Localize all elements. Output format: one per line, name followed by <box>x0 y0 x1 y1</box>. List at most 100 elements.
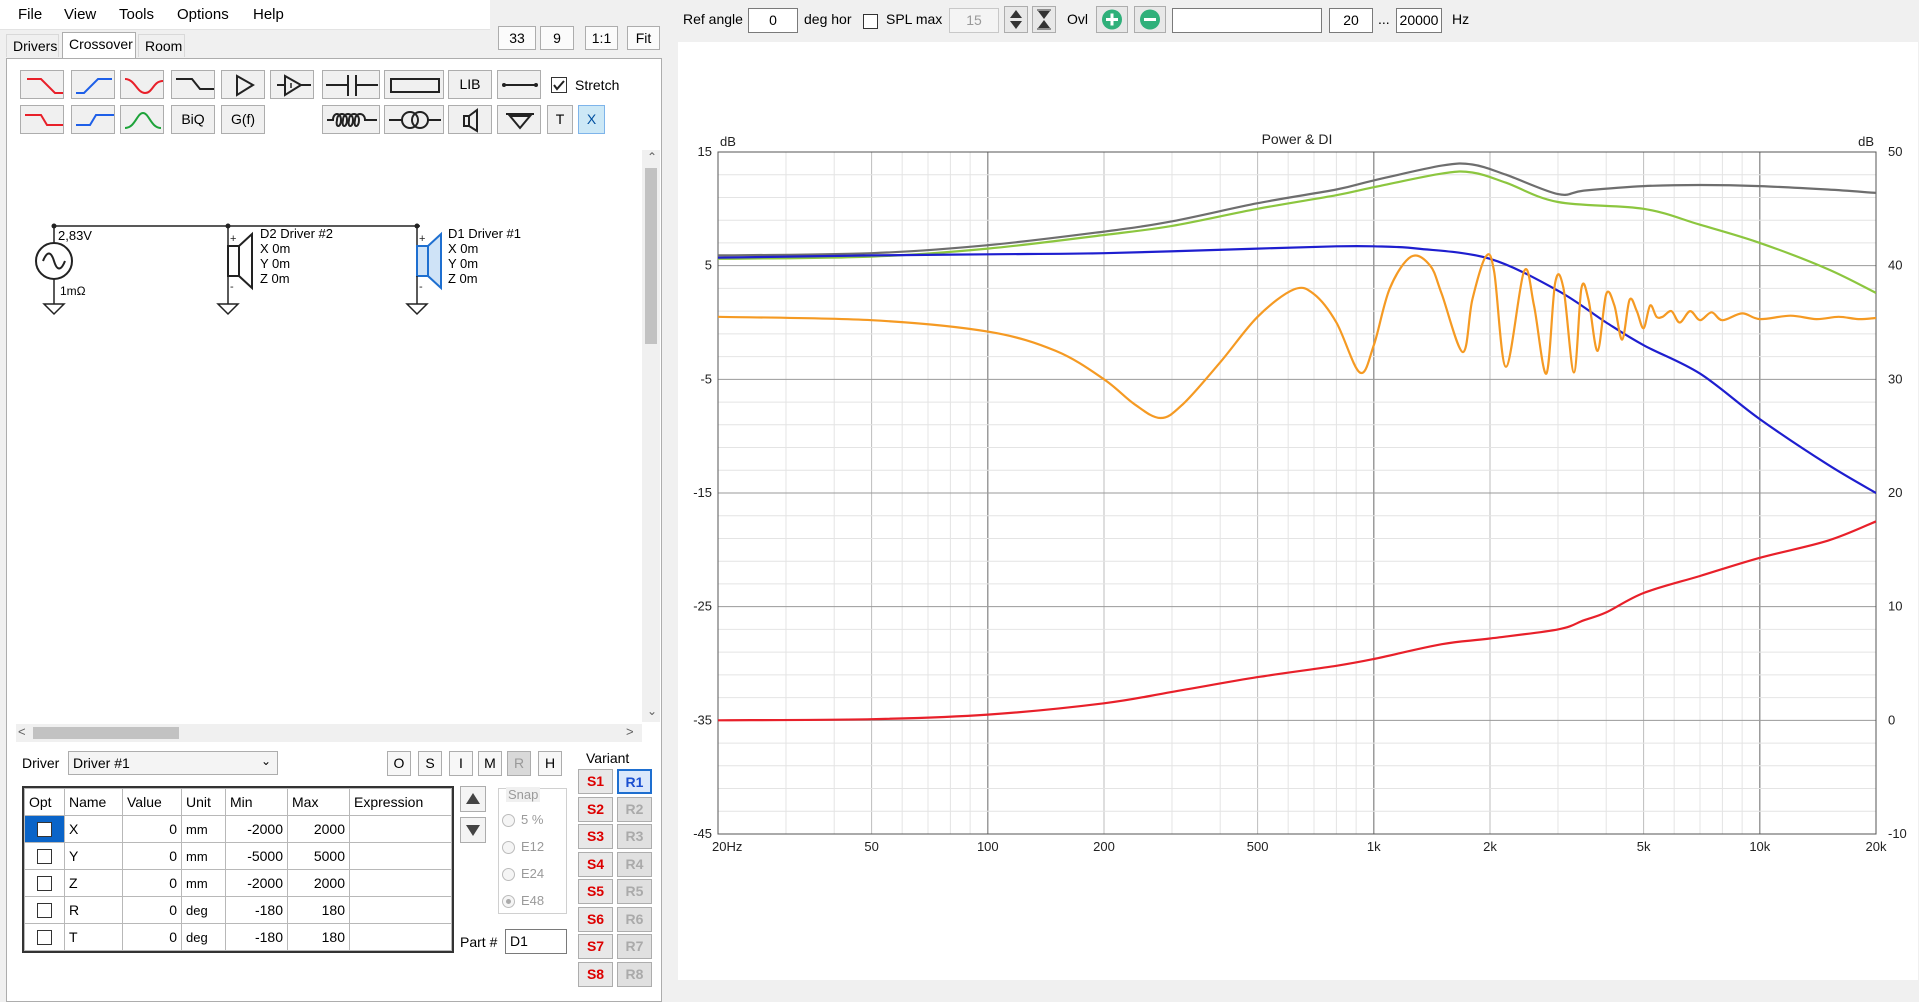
cell-name[interactable]: Y <box>64 842 123 870</box>
driver1-speaker-icon[interactable] <box>416 245 429 277</box>
text-tool-button[interactable]: T <box>547 105 573 134</box>
horizontal-scroll-thumb[interactable] <box>33 727 179 739</box>
i-button[interactable]: I <box>449 751 473 776</box>
scroll-right-icon[interactable]: > <box>626 724 634 739</box>
menu-tools[interactable]: Tools <box>119 6 154 23</box>
cell-max[interactable]: 2000 <box>287 869 350 897</box>
cell-name[interactable]: R <box>64 896 123 924</box>
variant-s2-button[interactable]: S2 <box>578 796 613 822</box>
table-row[interactable]: T 0 deg -180 180 <box>24 923 452 951</box>
plot-panel[interactable]: 20Hz 50 100 200 500 1k 2k 5k 10k 20k 15 5 -5 -15 -25 -3… <box>678 42 1918 980</box>
biquad-button[interactable]: BiQ <box>171 105 215 134</box>
menu-help[interactable]: Help <box>253 6 284 23</box>
cell-min[interactable]: -2000 <box>225 815 288 843</box>
schematic-canvas[interactable]: + - + - 2,83V 1mΩ D2 Driver #2 X 0m Y 0m… <box>16 150 642 722</box>
cell-opt[interactable] <box>24 869 65 897</box>
opt-checkbox[interactable] <box>37 849 52 865</box>
inductor-button[interactable] <box>322 105 380 134</box>
schematic-horizontal-scrollbar[interactable]: < > <box>16 724 642 742</box>
snap-e24[interactable]: E24 <box>502 866 544 882</box>
overlay-name-input[interactable] <box>1172 8 1322 33</box>
schematic-vertical-scrollbar[interactable]: ⌃ ⌄ <box>642 150 660 722</box>
variant-s5-button[interactable]: S5 <box>578 879 613 904</box>
cell-max[interactable]: 2000 <box>287 815 350 843</box>
variant-r8-button[interactable]: R8 <box>617 961 652 987</box>
fit-range-button[interactable] <box>1032 6 1056 33</box>
menu-view[interactable]: View <box>64 6 96 23</box>
bandpass-button[interactable] <box>120 105 164 134</box>
variant-r7-button[interactable]: R7 <box>617 934 652 959</box>
snap-e12[interactable]: E12 <box>502 839 544 855</box>
freq-from-input[interactable]: 20 <box>1329 8 1373 33</box>
cell-unit[interactable]: mm <box>181 842 226 870</box>
menu-options[interactable]: Options <box>177 6 229 23</box>
r-button[interactable]: R <box>507 751 531 776</box>
cell-value[interactable]: 0 <box>122 815 182 843</box>
ref-angle-input[interactable]: 0 <box>748 8 798 33</box>
cell-name[interactable]: Z <box>64 869 123 897</box>
tab-crossover[interactable]: Crossover <box>62 32 136 59</box>
variant-r6-button[interactable]: R6 <box>617 906 652 932</box>
variant-s8-button[interactable]: S8 <box>578 961 613 987</box>
tab-drivers[interactable]: Drivers <box>6 34 59 57</box>
fit-button[interactable]: Fit <box>627 26 660 50</box>
cell-expr[interactable] <box>349 896 452 924</box>
opt-checkbox[interactable] <box>37 822 52 838</box>
highpass2-button[interactable] <box>71 105 115 134</box>
lowpass-button[interactable] <box>20 70 64 99</box>
highpass-button[interactable] <box>71 70 115 99</box>
cell-value[interactable]: 0 <box>122 869 182 897</box>
cell-max[interactable]: 180 <box>287 923 350 951</box>
cell-value[interactable]: 0 <box>122 923 182 951</box>
cell-max[interactable]: 5000 <box>287 842 350 870</box>
buffer-button[interactable] <box>270 70 314 99</box>
add-overlay-button[interactable] <box>1096 6 1128 33</box>
resistor-button[interactable] <box>384 70 444 99</box>
table-row[interactable]: X 0 mm -2000 2000 <box>24 815 452 843</box>
tab-room[interactable]: Room <box>138 34 185 57</box>
cell-opt[interactable] <box>24 815 65 843</box>
shelf-button[interactable] <box>171 70 215 99</box>
variant-r3-button[interactable]: R3 <box>617 824 652 849</box>
variant-s1-button[interactable]: S1 <box>578 769 613 794</box>
opt-checkbox[interactable] <box>37 930 52 946</box>
power-di-chart[interactable]: 20Hz 50 100 200 500 1k 2k 5k 10k 20k155-5-15-25-3… <box>678 42 1918 980</box>
table-row[interactable]: Z 0 mm -2000 2000 <box>24 869 452 897</box>
cell-expr[interactable] <box>349 923 452 951</box>
move-down-button[interactable] <box>460 817 486 843</box>
scroll-down-icon[interactable]: ⌄ <box>647 704 657 718</box>
cell-unit[interactable]: deg <box>181 896 226 924</box>
cell-unit[interactable]: deg <box>181 923 226 951</box>
opt-checkbox[interactable] <box>37 876 52 892</box>
variant-s3-button[interactable]: S3 <box>578 824 613 849</box>
spl-spinner-button[interactable] <box>1004 6 1028 33</box>
variant-r2-button[interactable]: R2 <box>617 796 652 822</box>
wire-button[interactable] <box>497 70 541 99</box>
cell-value[interactable]: 0 <box>122 842 182 870</box>
cell-max[interactable]: 180 <box>287 896 350 924</box>
driver-select[interactable]: Driver #1 ⌄ <box>68 751 278 775</box>
variant-s7-button[interactable]: S7 <box>578 934 613 959</box>
driver2-speaker-icon[interactable] <box>227 245 240 277</box>
m-button[interactable]: M <box>478 751 502 776</box>
library-button[interactable]: LIB <box>448 70 492 99</box>
cell-expr[interactable] <box>349 815 452 843</box>
opt-checkbox[interactable] <box>37 903 52 919</box>
snap-e48[interactable]: E48 <box>502 893 544 909</box>
transfer-function-button[interactable]: G(f) <box>221 105 265 134</box>
cell-min[interactable]: -2000 <box>225 869 288 897</box>
lowpass2-button[interactable] <box>20 105 64 134</box>
ground-button[interactable] <box>497 105 541 134</box>
cell-expr[interactable] <box>349 842 452 870</box>
cell-min[interactable]: -180 <box>225 923 288 951</box>
cell-opt[interactable] <box>24 896 65 924</box>
snap-5pct[interactable]: 5 % <box>502 812 543 828</box>
h-button[interactable]: H <box>538 751 562 776</box>
variant-s4-button[interactable]: S4 <box>578 851 613 877</box>
splitter[interactable] <box>663 0 678 1002</box>
transformer-button[interactable] <box>384 105 444 134</box>
remove-overlay-button[interactable] <box>1134 6 1166 33</box>
variant-r4-button[interactable]: R4 <box>617 851 652 877</box>
cell-opt[interactable] <box>24 923 65 951</box>
variant-r5-button[interactable]: R5 <box>617 879 652 904</box>
